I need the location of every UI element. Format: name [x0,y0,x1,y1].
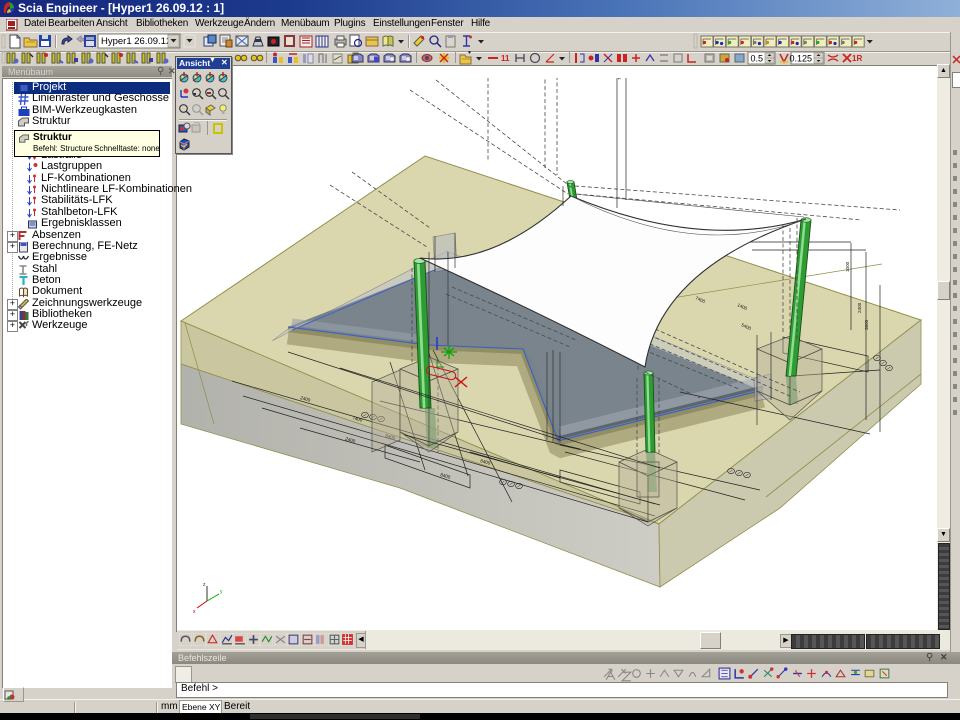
svg-text:11: 11 [501,54,510,63]
svg-text:0.125: 0.125 [789,54,812,64]
svg-text:7000: 7000 [617,78,622,80]
svg-text:3600: 3600 [864,319,869,330]
svg-text:z: z [203,582,206,588]
svg-text:2400: 2400 [857,302,862,313]
svg-text:x: x [193,609,196,615]
svg-text:0.5: 0.5 [750,54,763,64]
svg-text:y: y [220,589,223,595]
svg-text:1000: 1000 [845,261,850,272]
svg-text:Hyper1 26.09.12: Hyper1 26.09.12 [101,36,171,47]
svg-text:1R: 1R [852,54,862,63]
